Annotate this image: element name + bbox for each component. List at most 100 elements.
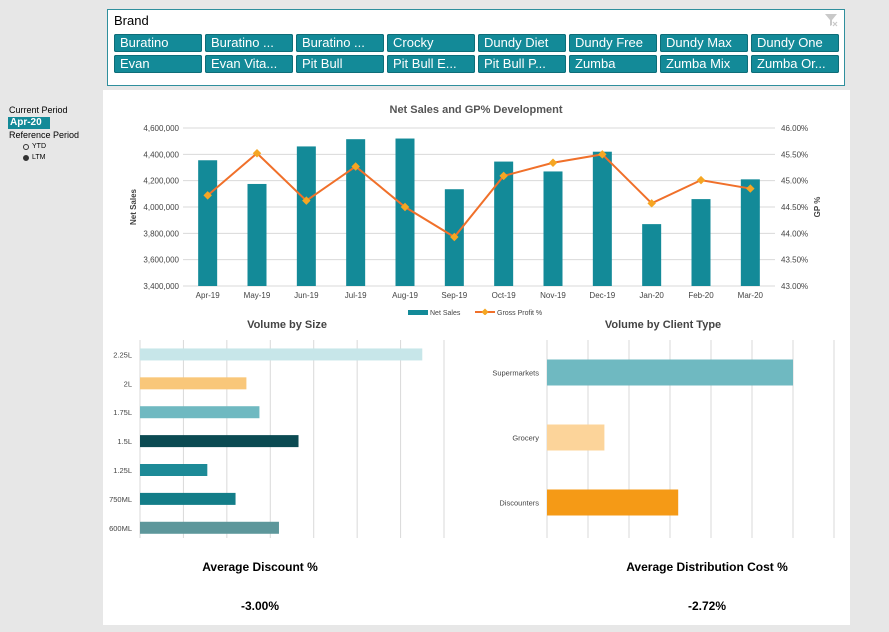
category-label: 2.25L <box>113 350 132 359</box>
brand-button[interactable]: Zumba Mix <box>660 55 748 73</box>
bar-net-sales <box>691 199 711 286</box>
brand-button[interactable]: Dundy Diet <box>478 34 566 52</box>
bar-net-sales <box>198 160 218 286</box>
y-tick-label: 4,400,000 <box>143 150 179 159</box>
reference-period-label: Reference Period <box>9 130 80 140</box>
bar <box>140 464 208 476</box>
bar-net-sales <box>642 224 662 286</box>
radio-ltm-circle[interactable] <box>23 155 29 161</box>
y2-axis-label: GP % <box>813 197 822 218</box>
y2-tick-label: 44.50% <box>781 203 808 212</box>
y2-tick-label: 45.50% <box>781 150 808 159</box>
bar-net-sales <box>543 171 563 286</box>
y-tick-label: 3,600,000 <box>143 256 179 265</box>
bar-net-sales <box>395 138 415 286</box>
brand-button[interactable]: Zumba Or... <box>751 55 839 73</box>
brand-button[interactable]: Evan <box>114 55 202 73</box>
volume-by-client-chart: Volume by Client Type05,000,00010,000,00… <box>492 319 835 538</box>
y2-tick-label: 45.00% <box>781 177 808 186</box>
clear-filter-icon[interactable] <box>824 13 838 27</box>
current-period-value[interactable]: Apr-20 <box>8 117 50 129</box>
avg-discount-value: -3.00% <box>240 599 280 613</box>
category-label: Grocery <box>512 434 539 443</box>
brand-button[interactable]: Dundy Free <box>569 34 657 52</box>
y-tick-label: 3,800,000 <box>143 229 179 238</box>
brand-button[interactable]: Crocky <box>387 34 475 52</box>
bar <box>140 406 260 419</box>
bar-net-sales <box>296 146 316 286</box>
volume-by-size-chart: Volume by Size02,000,0004,000,0006,000,0… <box>109 319 445 538</box>
y2-tick-label: 44.00% <box>781 229 808 238</box>
x-tick-label: Aug-19 <box>392 291 418 300</box>
bar <box>140 521 279 534</box>
net-sales-gp-chart: Net Sales and GP% Development 3,400,000 3,… <box>129 104 822 315</box>
y2-tick-label: 43.00% <box>781 282 808 291</box>
line-gross-profit <box>207 151 751 239</box>
y-tick-label: 3,400,000 <box>143 282 179 291</box>
radio-ltm-label: LTM <box>32 154 46 161</box>
bar-net-sales <box>346 139 366 286</box>
x-tick-label: May-19 <box>244 291 271 300</box>
bar-net-sales <box>494 161 514 286</box>
y-tick-label: 4,000,000 <box>143 203 179 212</box>
category-label: 1.75L <box>113 408 132 417</box>
category-label: 1.5L <box>117 437 132 446</box>
y-tick-label: 4,200,000 <box>143 177 179 186</box>
y2-tick-label: 43.50% <box>781 256 808 265</box>
category-label: 2L <box>124 379 132 388</box>
gp-point <box>548 158 558 168</box>
radio-ltm[interactable]: LTM <box>23 152 79 164</box>
dashboard-panel: Net Sales and GP% Development 3,400,000 3,… <box>103 90 850 625</box>
x-tick-label: Mar-20 <box>738 291 764 300</box>
radio-ytd-circle[interactable] <box>23 144 29 150</box>
x-tick-label: Jan-20 <box>639 291 664 300</box>
brand-slicer: Brand Buratino Buratino ... Buratino ... Cr… <box>107 9 845 86</box>
chart-title: Net Sales and GP% Development <box>390 104 563 116</box>
bar <box>140 348 423 361</box>
brand-button[interactable]: Dundy Max <box>660 34 748 52</box>
category-label: Discounters <box>499 499 539 508</box>
bar-net-sales <box>592 151 612 286</box>
y2-tick-label: 46.00% <box>781 124 808 133</box>
x-tick-label: Nov-19 <box>540 291 566 300</box>
brand-button[interactable]: Evan Vita... <box>205 55 293 73</box>
x-tick-label: Sep-19 <box>441 291 467 300</box>
brand-button[interactable]: Pit Bull E... <box>387 55 475 73</box>
bar <box>140 435 299 448</box>
x-tick-label: Jun-19 <box>294 291 319 300</box>
avg-distribution-value: -2.72% <box>687 599 727 613</box>
bar-net-sales <box>247 183 267 286</box>
slicer-title: Brand <box>114 13 149 28</box>
gp-point <box>696 175 706 185</box>
category-label: 750ML <box>109 495 132 504</box>
category-label: Supermarkets <box>492 369 539 378</box>
brand-button[interactable]: Buratino ... <box>205 34 293 52</box>
x-tick-label: Apr-19 <box>196 291 221 300</box>
brand-button[interactable]: Pit Bull <box>296 55 384 73</box>
avg-distribution-title: Average Distribution Cost % <box>626 560 788 574</box>
bar <box>140 492 236 505</box>
x-tick-label: Oct-19 <box>492 291 517 300</box>
chart-title: Volume by Client Type <box>605 319 721 331</box>
y-axis-label: Net Sales <box>129 188 138 225</box>
category-label: 600ML <box>109 524 132 533</box>
bar <box>547 489 679 516</box>
current-period-label: Current Period <box>9 105 68 115</box>
bar-net-sales <box>740 179 760 286</box>
brand-button[interactable]: Zumba <box>569 55 657 73</box>
x-tick-label: Jul-19 <box>345 291 367 300</box>
chart-title: Volume by Size <box>247 319 327 331</box>
y-tick-label: 4,600,000 <box>143 124 179 133</box>
bar <box>547 359 793 386</box>
brand-button[interactable]: Buratino ... <box>296 34 384 52</box>
category-label: 1.25L <box>113 466 132 475</box>
period-selector: Current Period Apr-20 Reference Period Y… <box>8 104 80 164</box>
brand-button[interactable]: Buratino <box>114 34 202 52</box>
avg-discount-title: Average Discount % <box>202 560 318 574</box>
x-tick-label: Dec-19 <box>589 291 615 300</box>
brand-button[interactable]: Dundy One <box>751 34 839 52</box>
bar <box>140 377 247 390</box>
bar <box>547 424 605 451</box>
brand-button[interactable]: Pit Bull P... <box>478 55 566 73</box>
x-tick-label: Feb-20 <box>688 291 714 300</box>
